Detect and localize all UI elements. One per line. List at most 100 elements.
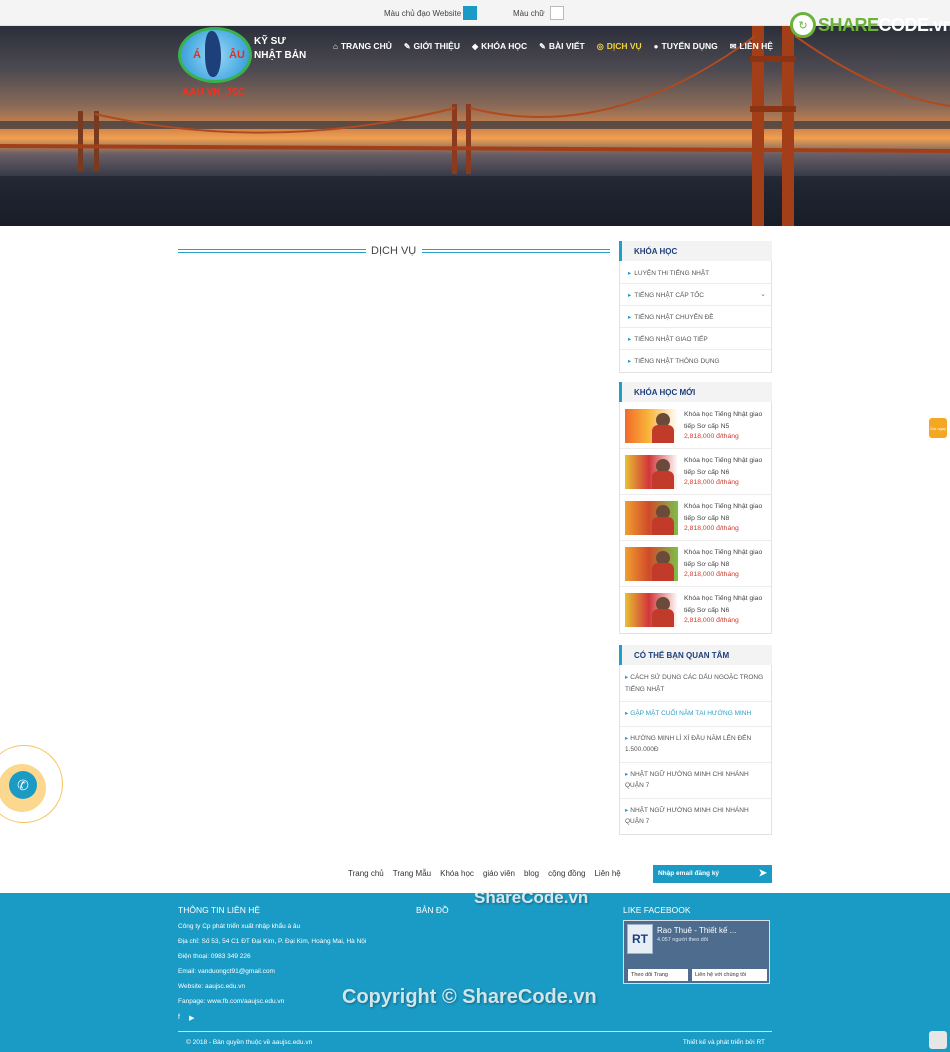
sharecode-logo: ↻ SHARECODE.vn [790,12,950,38]
fb-page-name[interactable]: Rao Thuê - Thiết kế ... [657,926,736,935]
youtube-icon[interactable]: ▶ [189,1014,194,1022]
related-post-link[interactable]: ▸ NHẬT NGỮ HƯỚNG MINH CHI NHÁNH QUẬN 7 [620,763,771,799]
chat-phone-icon[interactable]: ✆ [9,771,37,799]
brand-line-1: KỸ SƯ [254,36,286,47]
edit-icon: ✎ [403,41,411,51]
footer-contact-title: THÔNG TIN LIÊN HỆ [178,905,261,915]
course-category-label: TIẾNG NHẬT GIAO TIẾP [634,336,708,343]
nav-item[interactable]: ✎ BÀI VIẾT [539,41,585,51]
nav-item[interactable]: ⌂ TRANG CHỦ [333,41,392,51]
logo-letter-left: Á [193,49,201,61]
sharecode-ball-icon: ↻ [790,12,816,38]
course-category-label: TIẾNG NHẬT CHUYÊN ĐỀ [634,314,714,321]
course-title[interactable]: Khóa học Tiếng Nhật giao tiếp Sơ cấp N6 [684,593,766,617]
instagram-icon: ◎ [596,41,604,51]
course-category-label: TIẾNG NHẬT CẤP TỐC [634,292,704,299]
new-course-item[interactable]: Khóa học Tiếng Nhật giao tiếp Sơ cấp N6 2… [620,449,771,495]
back-to-top-button[interactable] [929,1031,947,1049]
nav-item[interactable]: ✉ LIÊN HỆ [730,41,773,51]
related-post-link[interactable]: ▸ HƯỚNG MINH LÌ XÌ ĐẦU NĂM LÊN ĐẾN 1.500.… [620,727,771,763]
main-color-label: Màu chủ đạo Website [384,9,462,18]
caret-right-icon: ▸ [625,674,629,681]
fb-page-avatar: RT [627,924,653,954]
chevron-down-icon[interactable]: ⌄ [760,290,766,298]
course-thumbnail[interactable] [625,593,678,627]
course-category-label: LUYỆN THI TIẾNG NHẬT [634,270,710,277]
courses-widget-title: KHÓA HỌC [634,247,678,256]
footer-menu-link[interactable]: Trang Mẫu [393,869,431,878]
bridge-illustration [0,26,950,226]
course-title[interactable]: Khóa học Tiếng Nhật giao tiếp Sơ cấp N6 [684,455,766,479]
course-thumbnail[interactable] [625,455,678,489]
course-category-link[interactable]: ▸ TIẾNG NHẬT THÔNG DỤNG [620,350,771,372]
course-category-link[interactable]: ▸ LUYỆN THI TIẾNG NHẬT [620,262,771,284]
footer-menu-link[interactable]: Khóa học [440,869,474,878]
course-title[interactable]: Khóa học Tiếng Nhật giao tiếp Sơ cấp N5 [684,409,766,433]
fb-follow-button[interactable]: Theo dõi Trang [628,969,688,981]
footer-divider [178,1031,772,1032]
caret-right-icon: ▸ [625,734,629,742]
nav-item[interactable]: ● TUYỂN DỤNG [654,41,718,51]
footer-menu-link[interactable]: blog [524,869,539,878]
footer-contact-line: Fanpage: www.fb.com/aaujsc.edu.vn [178,998,285,1005]
logo-letter-right: ÂU [229,49,245,61]
sharecode-post: CODE.vn [878,14,950,35]
nav-item-label: TRANG CHỦ [340,41,392,51]
new-course-item[interactable]: Khóa học Tiếng Nhật giao tiếp Sơ cấp N5 2… [620,403,771,449]
footer-contact-line: Công ty Cp phát triển xuất nhập khẩu á â… [178,923,301,930]
footer-menu-link[interactable]: Trang chủ [348,869,384,878]
new-course-item[interactable]: Khóa học Tiếng Nhật giao tiếp Sơ cấp N6 2… [620,587,771,633]
brand-name[interactable]: KỸ SƯ NHẬT BẢN [254,35,306,63]
interest-widget-title: CÓ THỂ BẠN QUAN TÂM [634,651,730,660]
related-post-link[interactable]: ▸ CÁCH SỬ DỤNG CÁC DẤU NGOẶC TRONG TIẾNG … [620,666,771,702]
nav-item-label: TUYỂN DỤNG [661,41,718,51]
caret-right-icon: ▸ [628,270,632,277]
related-post-label: CÁCH SỬ DỤNG CÁC DẤU NGOẶC TRONG TIẾNG N… [625,674,764,693]
caret-right-icon: ▸ [625,806,629,814]
subscribe-input[interactable]: Nhập email đăng ký [658,870,719,877]
nav-item-label: KHÓA HỌC [481,41,528,51]
footer-contact-line: Điện thoại: 0983 349 226 [178,953,251,960]
course-title[interactable]: Khóa học Tiếng Nhật giao tiếp Sơ cấp N8 [684,547,766,571]
new-course-item[interactable]: Khóa học Tiếng Nhật giao tiếp Sơ cấp N8 2… [620,495,771,541]
course-price: 2,818,000 đ/tháng [684,479,739,486]
footer-menu-link[interactable]: cộng đồng [548,869,585,878]
caret-right-icon: ▸ [628,358,632,365]
related-post-link[interactable]: ▸ NHẬT NGỮ HƯỚNG MINH CHI NHÁNH QUẬN 7 [620,799,771,834]
tag-icon: ◆ [472,41,479,51]
new-course-item[interactable]: Khóa học Tiếng Nhật giao tiếp Sơ cấp N8 2… [620,541,771,587]
call-now-tab[interactable]: Gọi ngay [929,418,947,438]
subscribe-form[interactable]: Nhập email đăng ký ➤ [653,865,772,883]
send-icon[interactable]: ➤ [759,868,767,879]
course-price: 2,818,000 đ/tháng [684,617,739,624]
new-courses-widget: KHÓA HỌC MỚI Khóa học Tiếng Nhật giao ti… [619,382,772,634]
footer-menu-link[interactable]: Liên hệ [594,869,620,878]
course-thumbnail[interactable] [625,547,678,581]
course-category-link[interactable]: ▸ TIẾNG NHẬT CẤP TỐC ⌄ [620,284,771,306]
main-color-swatch[interactable] [463,6,477,20]
new-courses-widget-header: KHÓA HỌC MỚI [619,382,772,402]
course-category-link[interactable]: ▸ TIẾNG NHẬT GIAO TIẾP [620,328,771,350]
related-post-label: NHẬT NGỮ HƯỚNG MINH CHI NHÁNH QUẬN 7 [625,770,749,790]
watermark-copyright: Copyright © ShareCode.vn [342,986,597,1008]
course-title[interactable]: Khóa học Tiếng Nhật giao tiếp Sơ cấp N8 [684,501,766,525]
course-thumbnail[interactable] [625,501,678,535]
related-post-label: GẶP MẶT CUỐI NĂM TẠI HƯỚNG MINH [630,710,752,717]
interest-widget-header: CÓ THỂ BẠN QUAN TÂM [619,645,772,665]
fb-contact-button[interactable]: Liên hệ với chúng tôi [692,969,767,981]
footer-fb-title: LIKE FACEBOOK [623,905,691,915]
related-post-link[interactable]: ▸ GẶP MẶT CUỐI NĂM TẠI HƯỚNG MINH [620,702,771,727]
nav-item[interactable]: ◎ DỊCH VỤ [597,41,642,51]
course-thumbnail[interactable] [625,409,678,443]
nav-item-label: GIỚI THIỆU [413,41,460,51]
caret-right-icon: ▸ [628,292,632,299]
footer-contact-line: Website: aaujsc.edu.vn [178,983,246,990]
facebook-icon[interactable]: f [178,1014,180,1021]
course-category-link[interactable]: ▸ TIẾNG NHẬT CHUYÊN ĐỀ [620,306,771,328]
footer-menu-link[interactable]: giáo viên [483,869,515,878]
facebook-page-plugin[interactable]: RT Rao Thuê - Thiết kế ... 4.057 người t… [623,920,770,984]
caret-right-icon: ▸ [625,710,629,717]
text-color-swatch[interactable] [550,6,564,20]
nav-item[interactable]: ✎ GIỚI THIỆU [404,41,460,51]
nav-item[interactable]: ◆ KHÓA HỌC [472,41,527,51]
